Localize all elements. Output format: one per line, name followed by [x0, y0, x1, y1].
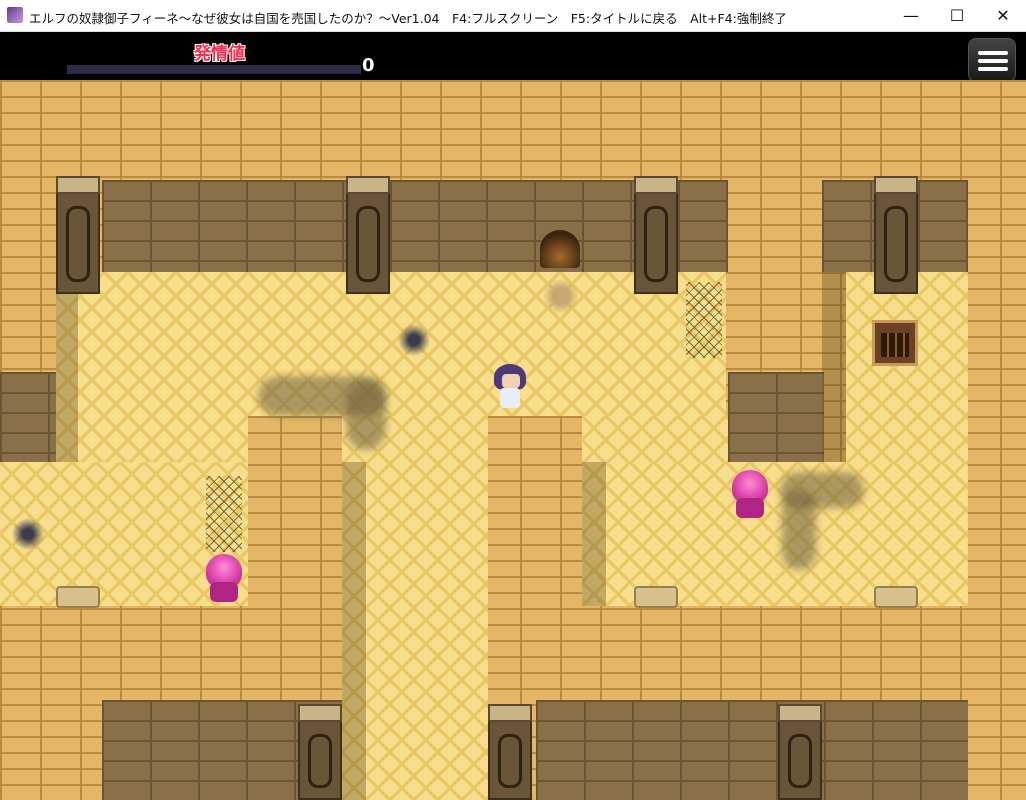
rubble: [540, 278, 582, 314]
minimize-icon: —: [903, 6, 919, 25]
hamburger-menu-icon: [978, 51, 1008, 55]
tentacle-monster-right[interactable]: [730, 470, 770, 518]
carved-pillar: [346, 176, 390, 294]
floor-crack: [8, 516, 48, 552]
floor-right-room[interactable]: [846, 272, 968, 462]
carved-pillar: [874, 176, 918, 294]
dirt-mound[interactable]: [540, 230, 580, 268]
wall-face-mid-right: [728, 372, 824, 462]
bookshelf[interactable]: [872, 320, 918, 366]
maximize-button[interactable]: ☐: [934, 0, 980, 31]
carved-pillar: [634, 176, 678, 294]
close-icon: ✕: [996, 6, 1010, 25]
carved-pillar: [56, 176, 100, 294]
floor-right[interactable]: [582, 462, 968, 606]
vine-web: [686, 282, 722, 358]
floor-left-link[interactable]: [56, 416, 248, 462]
floor-crack: [394, 322, 434, 358]
wall-face-bottom-right: [536, 700, 968, 800]
carved-pillar: [298, 704, 342, 800]
arousal-gauge-label: 発情値: [194, 44, 245, 64]
stone-block: [634, 586, 678, 608]
carved-pillar: [488, 704, 532, 800]
app-icon: [7, 7, 23, 23]
maximize-icon: ☐: [949, 6, 965, 25]
window-titlebar: エルフの奴隷御子フィーネ～なぜ彼女は自国を売国したのか？～Ver1.04 F4:…: [0, 0, 1026, 32]
arousal-gauge: [67, 65, 361, 74]
carved-pillar: [778, 704, 822, 800]
close-button[interactable]: ✕: [980, 0, 1026, 31]
dirt-stain: [346, 380, 386, 450]
wall-face-left: [0, 372, 56, 462]
tentacle-monster-left[interactable]: [204, 554, 244, 602]
window-title: エルフの奴隷御子フィーネ～なぜ彼女は自国を売国したのか？～Ver1.04 F4:…: [29, 11, 787, 26]
stone-block: [874, 586, 918, 608]
floor-center-right-link[interactable]: [582, 416, 728, 462]
hud: 発情値 0: [0, 32, 1026, 82]
floor-upper[interactable]: [56, 272, 726, 416]
game-viewport[interactable]: 発情値 0: [0, 32, 1026, 800]
dirt-stain: [782, 490, 816, 570]
stone-block: [56, 586, 100, 608]
vine-web: [206, 476, 242, 552]
dungeon-map[interactable]: [0, 80, 1026, 800]
player-character[interactable]: [494, 364, 526, 412]
minimize-button[interactable]: —: [888, 0, 934, 31]
arousal-gauge-value: 0: [362, 55, 375, 76]
menu-button[interactable]: [968, 38, 1016, 82]
